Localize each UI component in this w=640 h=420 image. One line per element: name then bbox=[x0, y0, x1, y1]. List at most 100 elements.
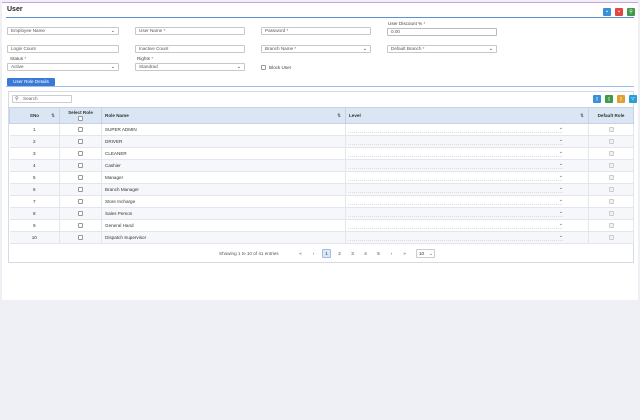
chevron-down-icon: ⌄ bbox=[110, 64, 115, 70]
default-role-checkbox[interactable] bbox=[608, 223, 614, 229]
page-2-button[interactable]: 2 bbox=[335, 249, 344, 258]
inactive-count-input[interactable]: Inactive Count bbox=[135, 45, 245, 53]
select-role-checkbox[interactable] bbox=[78, 223, 83, 229]
default-role-checkbox[interactable] bbox=[608, 175, 614, 181]
last-page-button[interactable]: » bbox=[400, 249, 409, 258]
rights-select[interactable]: Standrad ⌄ bbox=[135, 63, 245, 71]
title-divider bbox=[6, 17, 634, 18]
chevron-down-icon: ⌄ bbox=[558, 173, 563, 179]
search-input[interactable]: ⚲ Search bbox=[12, 95, 72, 103]
table-row: 4 Cashier ⌄ bbox=[9, 159, 634, 172]
default-role-checkbox[interactable] bbox=[608, 235, 614, 241]
default-role-checkbox[interactable] bbox=[608, 163, 614, 169]
level-select[interactable]: ⌄ bbox=[348, 161, 563, 169]
col-sno[interactable]: SNo ⇅ bbox=[9, 107, 60, 124]
chevron-down-icon: ⌄ bbox=[558, 209, 563, 215]
filter-button[interactable]: ▽ bbox=[629, 95, 637, 103]
select-role-cell bbox=[59, 231, 102, 244]
role-name-cell: Dispatch Supervisor bbox=[101, 231, 346, 244]
level-select[interactable]: ⌄ bbox=[348, 221, 563, 229]
delete-icon: ▪ bbox=[618, 9, 620, 15]
default-role-cell bbox=[588, 135, 634, 148]
chevron-down-icon: ⌄ bbox=[558, 137, 563, 143]
page-4-button[interactable]: 4 bbox=[361, 249, 370, 258]
chevron-down-icon: ⌄ bbox=[558, 221, 563, 227]
first-page-button[interactable]: « bbox=[296, 249, 305, 258]
sort-icon: ⇅ bbox=[580, 113, 584, 118]
page-1-button[interactable]: 1 bbox=[322, 249, 331, 258]
chevron-down-icon: ⌄ bbox=[558, 125, 563, 131]
password-input[interactable]: Password * bbox=[261, 27, 371, 35]
search-button[interactable]: ⚲ bbox=[627, 8, 635, 16]
default-role-checkbox[interactable] bbox=[608, 187, 614, 193]
excel-export-button[interactable]: ▯ bbox=[605, 95, 613, 103]
prev-page-button[interactable]: ‹ bbox=[309, 249, 318, 258]
employee-name-select[interactable]: Employee Name ⌄ bbox=[7, 27, 119, 35]
col-select-role[interactable]: Select Role bbox=[59, 107, 102, 124]
default-role-checkbox[interactable] bbox=[608, 211, 614, 217]
chevron-down-icon: ⌄ bbox=[558, 149, 563, 155]
default-role-checkbox[interactable] bbox=[608, 199, 614, 205]
default-role-checkbox[interactable] bbox=[608, 139, 614, 145]
level-cell: ⌄ bbox=[345, 123, 589, 136]
table-row: 9 General Hand ⌄ bbox=[9, 219, 634, 232]
default-role-checkbox[interactable] bbox=[608, 151, 614, 157]
default-role-cell bbox=[588, 123, 634, 136]
save-button[interactable]: ▪ bbox=[603, 8, 611, 16]
user-discount-input[interactable]: 0.00 bbox=[387, 28, 497, 36]
default-role-cell bbox=[588, 159, 634, 172]
select-role-checkbox[interactable] bbox=[78, 127, 83, 133]
level-cell: ⌄ bbox=[345, 159, 589, 172]
tab-user-role-details[interactable]: User Role Details bbox=[7, 78, 55, 86]
level-select[interactable]: ⌄ bbox=[348, 173, 563, 181]
default-role-cell bbox=[588, 183, 634, 196]
select-role-checkbox[interactable] bbox=[78, 187, 83, 193]
page-3-button[interactable]: 3 bbox=[348, 249, 357, 258]
pdf-export-button[interactable]: ▯ bbox=[617, 95, 625, 103]
table-row: 8 Sales Person ⌄ bbox=[9, 207, 634, 220]
table-row: 2 DRIVER ⌄ bbox=[9, 135, 634, 148]
role-name-cell: DRIVER bbox=[101, 135, 346, 148]
level-select[interactable]: ⌄ bbox=[348, 125, 563, 133]
default-role-checkbox[interactable] bbox=[608, 127, 614, 133]
branch-name-select[interactable]: Branch Name * ⌄ bbox=[261, 45, 371, 53]
chevron-down-icon: ⌄ bbox=[558, 233, 563, 239]
select-role-checkbox[interactable] bbox=[78, 235, 83, 241]
role-name-cell: Branch Manager bbox=[101, 183, 346, 196]
level-select[interactable]: ⌄ bbox=[348, 209, 563, 217]
page-size-select[interactable]: 10 ⌄ bbox=[416, 249, 435, 258]
table-row: 1 SUPER ADMIN ⌄ bbox=[9, 123, 634, 136]
default-branch-select[interactable]: Default Branch * ⌄ bbox=[387, 45, 497, 53]
status-label: Status * bbox=[10, 56, 27, 61]
user-role-grid: ⚲ Search ▯ ▯ ▯ ▽ SNo ⇅ Select Role Role N… bbox=[8, 91, 637, 263]
select-role-checkbox[interactable] bbox=[78, 199, 83, 205]
level-select[interactable]: ⌄ bbox=[348, 185, 563, 193]
level-select[interactable]: ⌄ bbox=[348, 197, 563, 205]
select-role-checkbox[interactable] bbox=[78, 139, 83, 145]
select-role-checkbox[interactable] bbox=[78, 163, 83, 169]
select-role-checkbox[interactable] bbox=[78, 211, 83, 217]
status-select[interactable]: Active ⌄ bbox=[7, 63, 119, 71]
col-role-name[interactable]: Role Name ⇅ bbox=[101, 107, 346, 124]
level-select[interactable]: ⌄ bbox=[348, 137, 563, 145]
select-role-checkbox[interactable] bbox=[78, 151, 83, 157]
select-role-cell bbox=[59, 195, 102, 208]
select-role-cell bbox=[59, 123, 102, 136]
login-count-input[interactable]: Login Count bbox=[7, 45, 119, 53]
level-select[interactable]: ⌄ bbox=[348, 233, 563, 241]
level-cell: ⌄ bbox=[345, 219, 589, 232]
col-default-role[interactable]: Default Role bbox=[588, 107, 634, 124]
user-name-input[interactable]: User Name * bbox=[135, 27, 245, 35]
delete-button[interactable]: ▪ bbox=[615, 8, 623, 16]
col-level[interactable]: Level ⇅ bbox=[345, 107, 589, 124]
block-user-checkbox[interactable] bbox=[261, 65, 266, 70]
new-grid-button[interactable]: ▯ bbox=[593, 95, 601, 103]
level-select[interactable]: ⌄ bbox=[348, 149, 563, 157]
select-role-checkbox[interactable] bbox=[78, 175, 83, 181]
page-5-button[interactable]: 5 bbox=[374, 249, 383, 258]
select-all-checkbox[interactable] bbox=[78, 115, 83, 121]
next-page-button[interactable]: › bbox=[387, 249, 396, 258]
user-discount-label: User Discount % * bbox=[388, 21, 426, 26]
select-role-cell bbox=[59, 207, 102, 220]
excel-icon: ▯ bbox=[607, 96, 611, 101]
